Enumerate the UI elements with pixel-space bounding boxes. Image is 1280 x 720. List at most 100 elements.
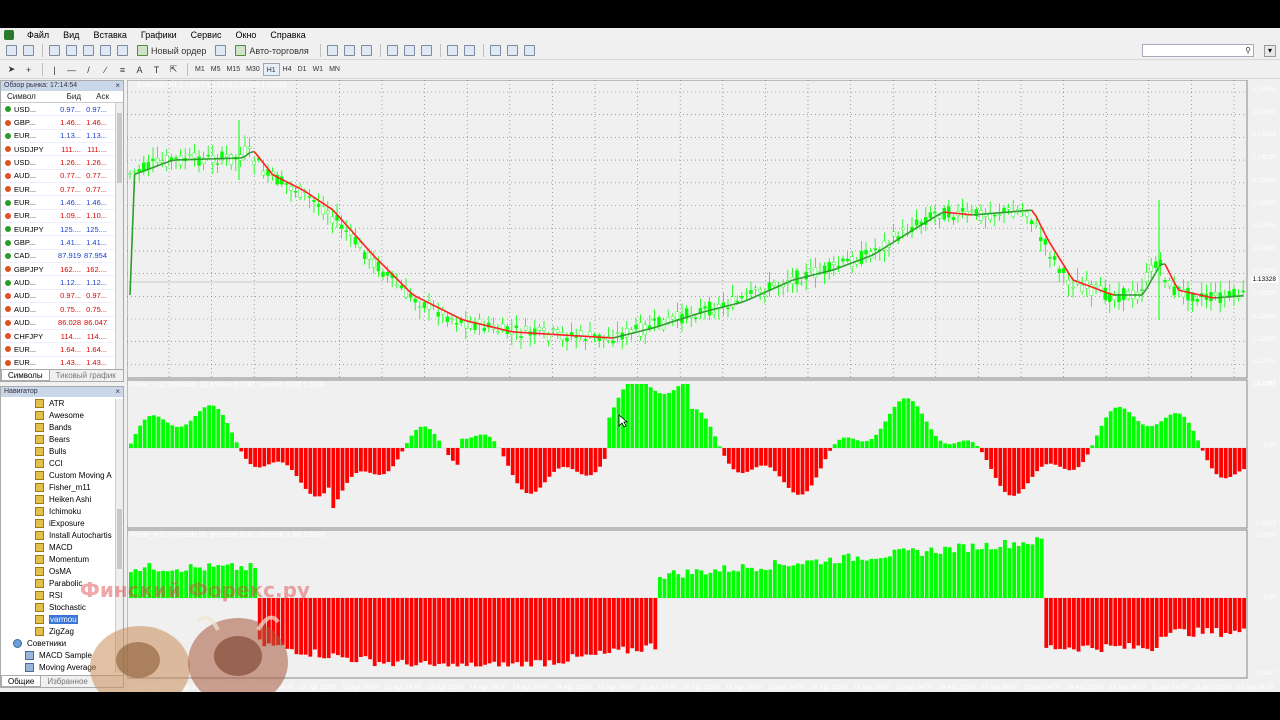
new-chart-button[interactable] [4, 43, 19, 58]
fibonacci-tool[interactable]: ≡ [115, 62, 130, 77]
menu-help[interactable]: Справка [263, 28, 312, 42]
navigator-item[interactable]: OsMA [1, 565, 117, 577]
indicator2-bar [543, 598, 547, 667]
scrollbar-thumb[interactable] [117, 113, 122, 183]
market-watch-row[interactable]: GBP... 1.46... 1.46... [1, 116, 123, 130]
indicator2-bar [934, 553, 938, 598]
search-input[interactable]: ⚲ [1142, 44, 1254, 57]
arrows-tool[interactable]: ⇱ [166, 62, 181, 77]
navigator-item[interactable]: Ichimoku [1, 505, 117, 517]
close-icon[interactable]: × [115, 81, 120, 91]
new-order-button[interactable]: Новый ордер [132, 43, 211, 58]
navigator-item[interactable]: Awesome [1, 409, 117, 421]
tile-windows-button[interactable] [419, 43, 434, 58]
navigator-item[interactable]: CCI [1, 457, 117, 469]
data-window-button[interactable] [64, 43, 79, 58]
market-watch-row[interactable]: GBPJPY 162.... 162.... [1, 263, 123, 277]
scrollbar-thumb[interactable] [117, 509, 122, 569]
column-bid[interactable]: Бид [51, 91, 81, 102]
navigator-item[interactable]: Heiken Ashi [1, 493, 117, 505]
column-symbol[interactable]: Символ [1, 91, 51, 102]
navigator-item[interactable]: Bulls [1, 445, 117, 457]
market-watch-row[interactable]: GBP... 1.41... 1.41... [1, 236, 123, 250]
terminal-button[interactable] [98, 43, 113, 58]
market-watch-row[interactable]: AUD... 0.77... 0.77... [1, 170, 123, 184]
market-watch-scrollbar[interactable] [115, 103, 123, 369]
navigator-button[interactable] [81, 43, 96, 58]
navigator-item[interactable]: MACD [1, 541, 117, 553]
toolbar-options-button[interactable]: ▾ [1264, 45, 1276, 57]
templates-button[interactable] [522, 43, 537, 58]
menu-file[interactable]: Файл [20, 28, 56, 42]
timeframe-m5[interactable]: M5 [208, 63, 224, 76]
market-watch-row[interactable]: CAD... 87.919 87.954 [1, 250, 123, 264]
market-watch-row[interactable]: EUR... 1.46... 1.46... [1, 196, 123, 210]
candle-body [914, 219, 919, 226]
navigator-item[interactable]: Install Autochartis [1, 529, 117, 541]
indicators-button[interactable] [488, 43, 503, 58]
crosshair-tool[interactable]: + [21, 62, 36, 77]
market-watch-button[interactable] [47, 43, 62, 58]
tab-tick-chart[interactable]: Тиковый график [50, 370, 122, 381]
autotrading-button[interactable]: Авто-торговля [230, 43, 313, 58]
market-watch-row[interactable]: USDJPY 111.... 111.... [1, 143, 123, 157]
menu-view[interactable]: Вид [56, 28, 86, 42]
menu-charts[interactable]: Графики [134, 28, 184, 42]
bar-chart-button[interactable] [325, 43, 340, 58]
vertical-line-tool[interactable]: | [47, 62, 62, 77]
market-watch-row[interactable]: USD... 1.26... 1.26... [1, 156, 123, 170]
equidistant-channel-tool[interactable]: ∕ [98, 62, 113, 77]
timeframe-m15[interactable]: M15 [223, 63, 243, 76]
timeframe-w1[interactable]: W1 [310, 63, 327, 76]
navigator-item[interactable]: Momentum [1, 553, 117, 565]
indicator2-bar [846, 553, 851, 598]
auto-scroll-button[interactable] [445, 43, 460, 58]
timeframe-h1[interactable]: H1 [262, 63, 280, 76]
candle-chart-button[interactable] [342, 43, 357, 58]
timeframe-m1[interactable]: M1 [192, 63, 208, 76]
column-ask[interactable]: Аск [81, 91, 109, 102]
market-watch-row[interactable]: USD... 0.97... 0.97... [1, 103, 123, 117]
market-watch-row[interactable]: AUD... 1.12... 1.12... [1, 276, 123, 290]
market-watch-row[interactable]: EURJPY 125.... 125.... [1, 223, 123, 237]
market-watch-row[interactable]: AUD... 86.028 86.047 [1, 317, 123, 330]
market-watch-row[interactable]: EUR... 1.13... 1.13... [1, 130, 123, 144]
timeframe-d1[interactable]: D1 [295, 63, 310, 76]
profiles-button[interactable] [21, 43, 36, 58]
tab-general[interactable]: Общие [1, 676, 42, 687]
navigator-item[interactable]: ATR [1, 397, 117, 409]
navigator-item[interactable]: iExposure [1, 517, 117, 529]
market-watch-row[interactable]: EUR... 1.43... 1.43... [1, 357, 123, 370]
menu-tools[interactable]: Сервис [184, 28, 229, 42]
navigator-item[interactable]: Bands [1, 421, 117, 433]
close-icon[interactable]: × [115, 387, 120, 397]
chart-shift-button[interactable] [462, 43, 477, 58]
timeframe-mn[interactable]: MN [326, 63, 343, 76]
tester-button[interactable] [115, 43, 130, 58]
trendline-tool[interactable]: / [81, 62, 96, 77]
navigator-item[interactable]: Bears [1, 433, 117, 445]
navigator-item[interactable]: Fisher_m11 [1, 481, 117, 493]
menu-insert[interactable]: Вставка [86, 28, 133, 42]
periods-button[interactable] [505, 43, 520, 58]
market-watch-row[interactable]: EUR... 0.77... 0.77... [1, 183, 123, 197]
timeframe-h4[interactable]: H4 [280, 63, 295, 76]
market-watch-row[interactable]: AUD... 0.97... 0.97... [1, 290, 123, 304]
zoom-out-button[interactable] [402, 43, 417, 58]
menu-window[interactable]: Окно [229, 28, 264, 42]
meta-editor-button[interactable] [213, 43, 228, 58]
horizontal-line-tool[interactable]: — [64, 62, 79, 77]
timeframe-m30[interactable]: M30 [243, 63, 263, 76]
cursor-tool[interactable]: ➤ [4, 62, 19, 77]
tab-symbols[interactable]: Символы [1, 370, 50, 381]
market-watch-row[interactable]: EUR... 1.64... 1.64... [1, 343, 123, 357]
market-watch-row[interactable]: AUD... 0.75... 0.75... [1, 303, 123, 317]
text-tool[interactable]: A [132, 62, 147, 77]
market-watch-row[interactable]: EUR... 1.09... 1.10... [1, 210, 123, 224]
zoom-in-button[interactable] [385, 43, 400, 58]
market-watch-row[interactable]: CHFJPY 114.... 114.... [1, 330, 123, 344]
search-icon[interactable]: ⚲ [1245, 46, 1251, 55]
text-label-tool[interactable]: T [149, 62, 164, 77]
navigator-item[interactable]: Custom Moving A [1, 469, 117, 481]
line-chart-button[interactable] [359, 43, 374, 58]
